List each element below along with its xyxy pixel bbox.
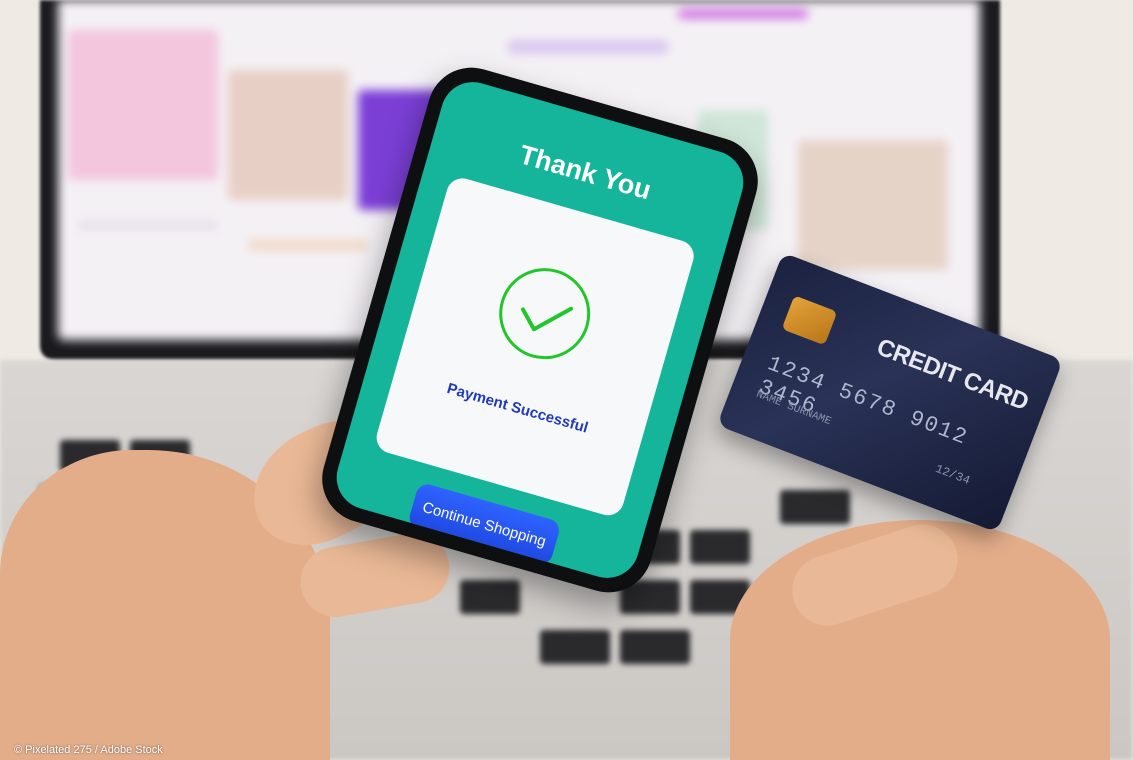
payment-successful-text: Payment Successful bbox=[445, 380, 591, 437]
checkmark-circle-icon bbox=[499, 268, 591, 360]
stock-watermark: © Pixelated 275 / Adobe Stock bbox=[14, 744, 163, 756]
card-chip-icon bbox=[781, 295, 838, 346]
photo-scene: CREDIT CARD 1234 5678 9012 3456 NAME SUR… bbox=[0, 0, 1133, 760]
payment-status-panel: Payment Successful bbox=[372, 174, 698, 520]
